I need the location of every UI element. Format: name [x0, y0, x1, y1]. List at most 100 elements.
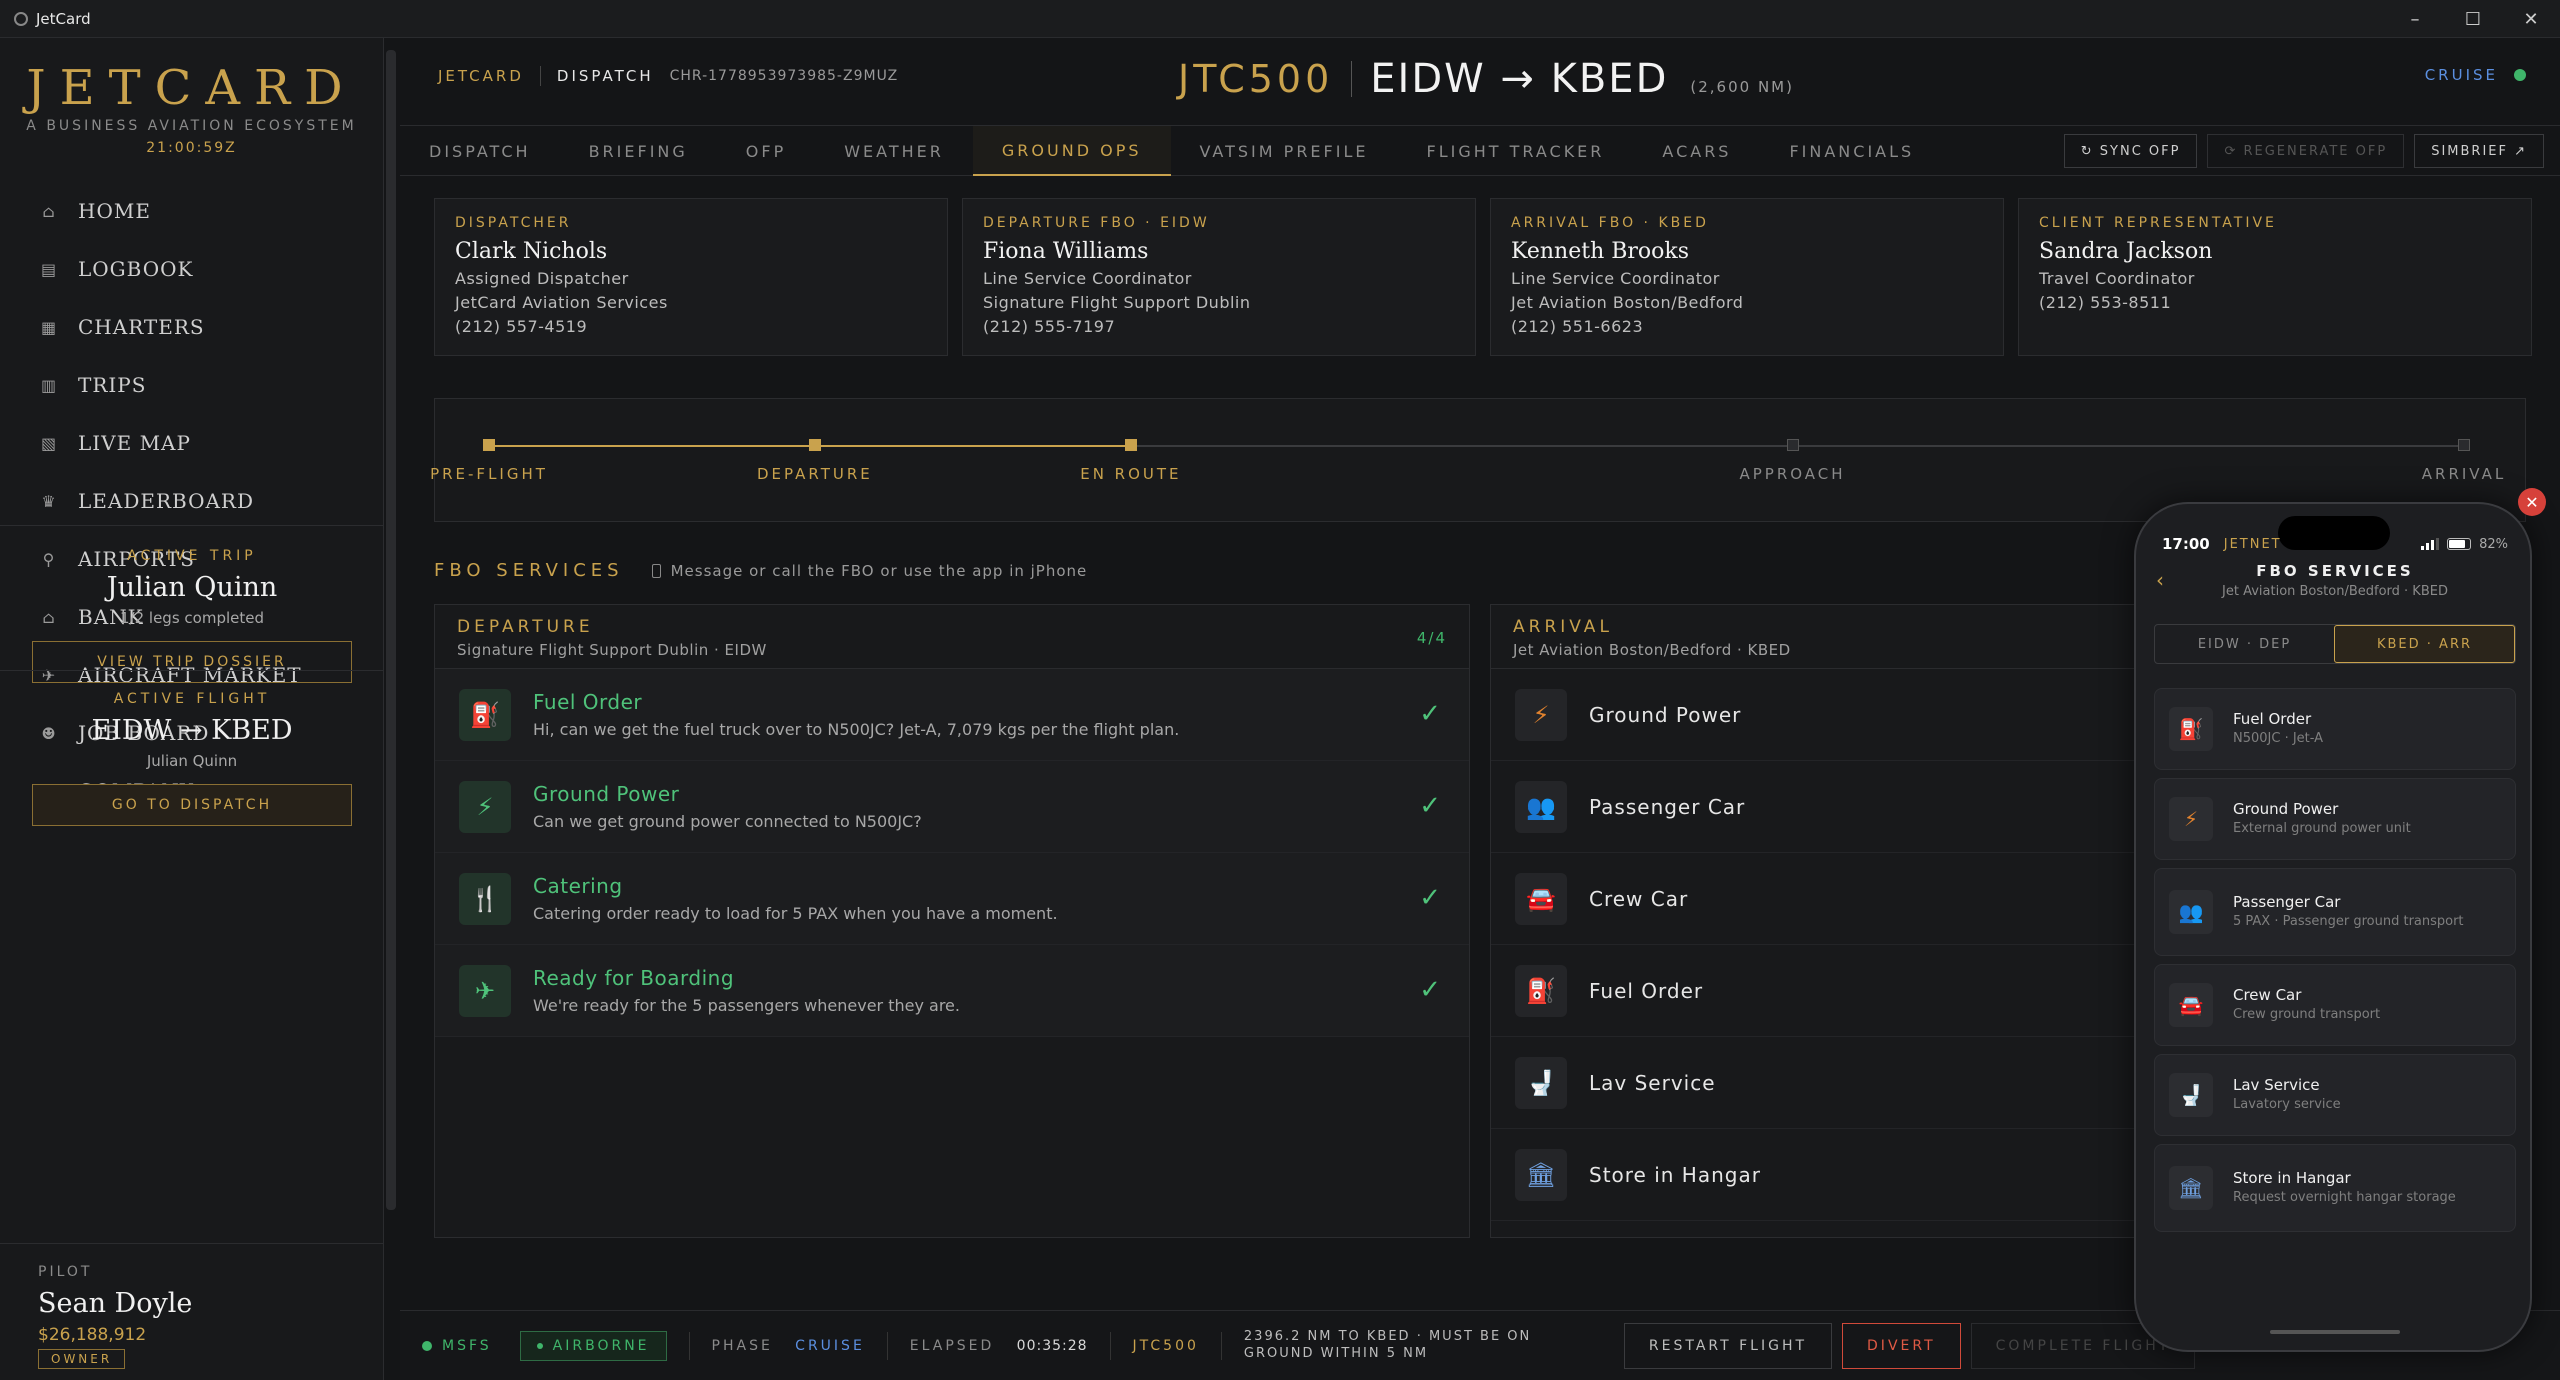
tab-ground-ops[interactable]: GROUND OPS [972, 126, 1171, 176]
service-title: Catering [533, 874, 623, 898]
service-title: Lav Service [1589, 1070, 1716, 1095]
luggage-icon: ▥ [40, 375, 58, 395]
breadcrumb-jetcard[interactable]: JETCARD [438, 67, 524, 85]
lightning-icon: ⚡ [1515, 688, 1567, 741]
minimize-button[interactable]: – [2386, 0, 2444, 38]
segment-arrival[interactable]: KBED · ARR [2334, 625, 2515, 663]
phone-carrier: JETNET [2223, 536, 2282, 552]
contact-phone[interactable]: (212) 555-7197 [983, 317, 1455, 336]
contact-role: ARRIVAL FBO · KBED [1511, 215, 1709, 231]
sidebar-item-logbook[interactable]: ▤ LOGBOOK [0, 240, 383, 298]
sidebar-item-home[interactable]: ⌂ HOME [0, 182, 383, 240]
tab-weather[interactable]: WEATHER [815, 126, 973, 176]
fbo-hint: Message or call the FBO or use the app i… [651, 562, 1088, 580]
arrival-service-row[interactable]: ⛽ Fuel Order [1491, 945, 2150, 1037]
jphone: 17:00 JETNET 82% ‹ FBO SERVICES Jet Avia… [2134, 502, 2532, 1352]
phone-service-card[interactable]: 🚘 Crew Car Crew ground transport [2154, 964, 2516, 1046]
go-to-dispatch-button[interactable]: GO TO DISPATCH [32, 784, 352, 826]
divert-button[interactable]: DIVERT [1842, 1322, 1961, 1369]
contact-phone[interactable]: (212) 557-4519 [455, 317, 927, 336]
calendar-icon: ▦ [40, 317, 58, 337]
tab-financials[interactable]: FINANCIALS [1760, 126, 1943, 176]
departure-services: DEPARTURE Signature Flight Support Dubli… [434, 604, 1470, 1238]
tab-ofp[interactable]: OFP [717, 126, 815, 176]
breadcrumb-dispatch[interactable]: DISPATCH [557, 67, 654, 85]
arrival-service-row[interactable]: 🚽 Lav Service [1491, 1037, 2150, 1129]
phone-service-card[interactable]: 🚽 Lav Service Lavatory service [2154, 1054, 2516, 1136]
simbrief-button[interactable]: SIMBRIEF ↗ [2414, 134, 2544, 168]
contact-card: CLIENT REPRESENTATIVE Sandra Jackson Trave… [2018, 198, 2532, 356]
regenerate-ofp-button[interactable]: ⟳ REGENERATE OFP [2207, 134, 2405, 168]
restart-flight-button[interactable]: RESTART FLIGHT [1623, 1322, 1833, 1369]
phone-screen-subtitle: Jet Aviation Boston/Bedford · KBED [2222, 584, 2448, 599]
segment-departure[interactable]: EIDW · DEP [2155, 625, 2334, 663]
home-indicator[interactable] [2270, 1330, 2400, 1334]
sidebar-item-leaderboard[interactable]: ♛ LEADERBOARD [0, 472, 383, 530]
phone-card-description: 5 PAX · Passenger ground transport [2233, 914, 2464, 930]
arrival-service-row[interactable]: ⚡ Ground Power [1491, 669, 2150, 761]
phase-label: PHASE [711, 1337, 773, 1354]
contact-role: DEPARTURE FBO · EIDW [983, 215, 1210, 231]
hangar-icon: 🏛 [2169, 1166, 2213, 1210]
route-distance: (2,600 NM) [1690, 78, 1794, 96]
departure-fbo: Signature Flight Support Dublin · EIDW [457, 641, 767, 659]
flight-identity: JTC500 EIDW → KBED (2,600 NM) [1178, 56, 1794, 102]
active-flight-label: ACTIVE FLIGHT [113, 691, 271, 707]
departure-service-row[interactable]: ⚡ Ground Power Can we get ground power con… [435, 761, 1469, 853]
departure-title: DEPARTURE [457, 617, 594, 637]
phone-service-card[interactable]: 🏛 Store in Hangar Request overnight hangar… [2154, 1144, 2516, 1232]
sidebar-item-live-map[interactable]: ▧ LIVE MAP [0, 414, 383, 472]
contact-phone[interactable]: (212) 551-6623 [1511, 317, 1983, 336]
maximize-button[interactable]: ☐ [2444, 0, 2502, 38]
arrival-service-row[interactable]: 🚘 Crew Car [1491, 853, 2150, 945]
close-window-button[interactable]: ✕ [2502, 0, 2560, 38]
sidebar-item-label: LEADERBOARD [78, 489, 255, 513]
service-text: Catering Catering order ready to load for… [533, 874, 1058, 923]
contact-role: CLIENT REPRESENTATIVE [2039, 215, 2277, 231]
arrival-service-row[interactable]: 🏛 Store in Hangar [1491, 1129, 2150, 1221]
sidebar-item-trips[interactable]: ▥ TRIPS [0, 356, 383, 414]
sidebar-item-charters[interactable]: ▦ CHARTERS [0, 298, 383, 356]
phone-service-card[interactable]: ⚡ Ground Power External ground power unit [2154, 778, 2516, 860]
fbo-services-title: FBO SERVICES [434, 560, 624, 581]
tab-vatsim-prefile[interactable]: VATSIM PREFILE [1171, 126, 1398, 176]
tab-flight-tracker[interactable]: FLIGHT TRACKER [1397, 126, 1633, 176]
contact-name: Clark Nichols [455, 239, 608, 264]
contact-card: DISPATCHER Clark Nichols Assigned Dispatch… [434, 198, 948, 356]
pilot-role-badge: OWNER [38, 1349, 126, 1369]
brand-logo[interactable]: JETCARD [0, 60, 383, 116]
tab-acars[interactable]: ACARS [1633, 126, 1760, 176]
service-title: Ground Power [1589, 702, 1742, 727]
sync-ofp-button[interactable]: ↻ SYNC OFP [2063, 134, 2198, 168]
arrival-service-row[interactable]: 👥 Passenger Car [1491, 761, 2150, 853]
phone-service-card[interactable]: 👥 Passenger Car 5 PAX · Passenger ground t… [2154, 868, 2516, 956]
close-phone-button[interactable]: ✕ [2518, 488, 2546, 516]
phone-card-title: Fuel Order [2233, 710, 2312, 729]
departure-service-row[interactable]: ✈ Ready for Boarding We're ready for the 5… [435, 945, 1469, 1037]
contact-detail: Signature Flight Support Dublin [983, 293, 1251, 312]
phone-card-text: Fuel Order N500JC · Jet-A [2233, 710, 2323, 747]
phone-screen-title: FBO SERVICES [2256, 562, 2414, 580]
pilot-balance: $26,188,912 [38, 1325, 147, 1345]
phone-card-description: Lavatory service [2233, 1097, 2341, 1113]
lightning-icon: ⚡ [459, 780, 511, 833]
sidebar-scrollbar[interactable] [386, 50, 396, 1210]
contact-phone[interactable]: (212) 553-8511 [2039, 293, 2511, 312]
stage-marker [1124, 439, 1137, 451]
checkmark-icon: ✓ [1419, 791, 1441, 821]
departure-service-row[interactable]: 🍴 Catering Catering order ready to load fo… [435, 853, 1469, 945]
departure-service-row[interactable]: ⛽ Fuel Order Hi, can we get the fuel truck… [435, 669, 1469, 761]
contact-detail: Line Service Coordinator [1511, 269, 1720, 288]
dispatch-tabs: DISPATCH BRIEFING OFP WEATHER GROUND OPS VATS… [400, 126, 2560, 176]
tab-briefing[interactable]: BRIEFING [560, 126, 717, 176]
sim-indicator: MSFS [422, 1338, 492, 1354]
arrival-services: ARRIVAL Jet Aviation Boston/Bedford · KB… [1490, 604, 2150, 1238]
service-description: Can we get ground power connected to N50… [533, 812, 922, 831]
sim-name: MSFS [442, 1337, 492, 1354]
tab-dispatch[interactable]: DISPATCH [400, 126, 560, 176]
active-flight-route: EIDW → KBED [91, 715, 293, 746]
phone-service-card[interactable]: ⛽ Fuel Order N500JC · Jet-A [2154, 688, 2516, 770]
home-icon: ⌂ [42, 201, 56, 221]
phone-card-title: Store in Hangar [2233, 1169, 2351, 1188]
elapsed-label: ELAPSED [909, 1337, 995, 1354]
